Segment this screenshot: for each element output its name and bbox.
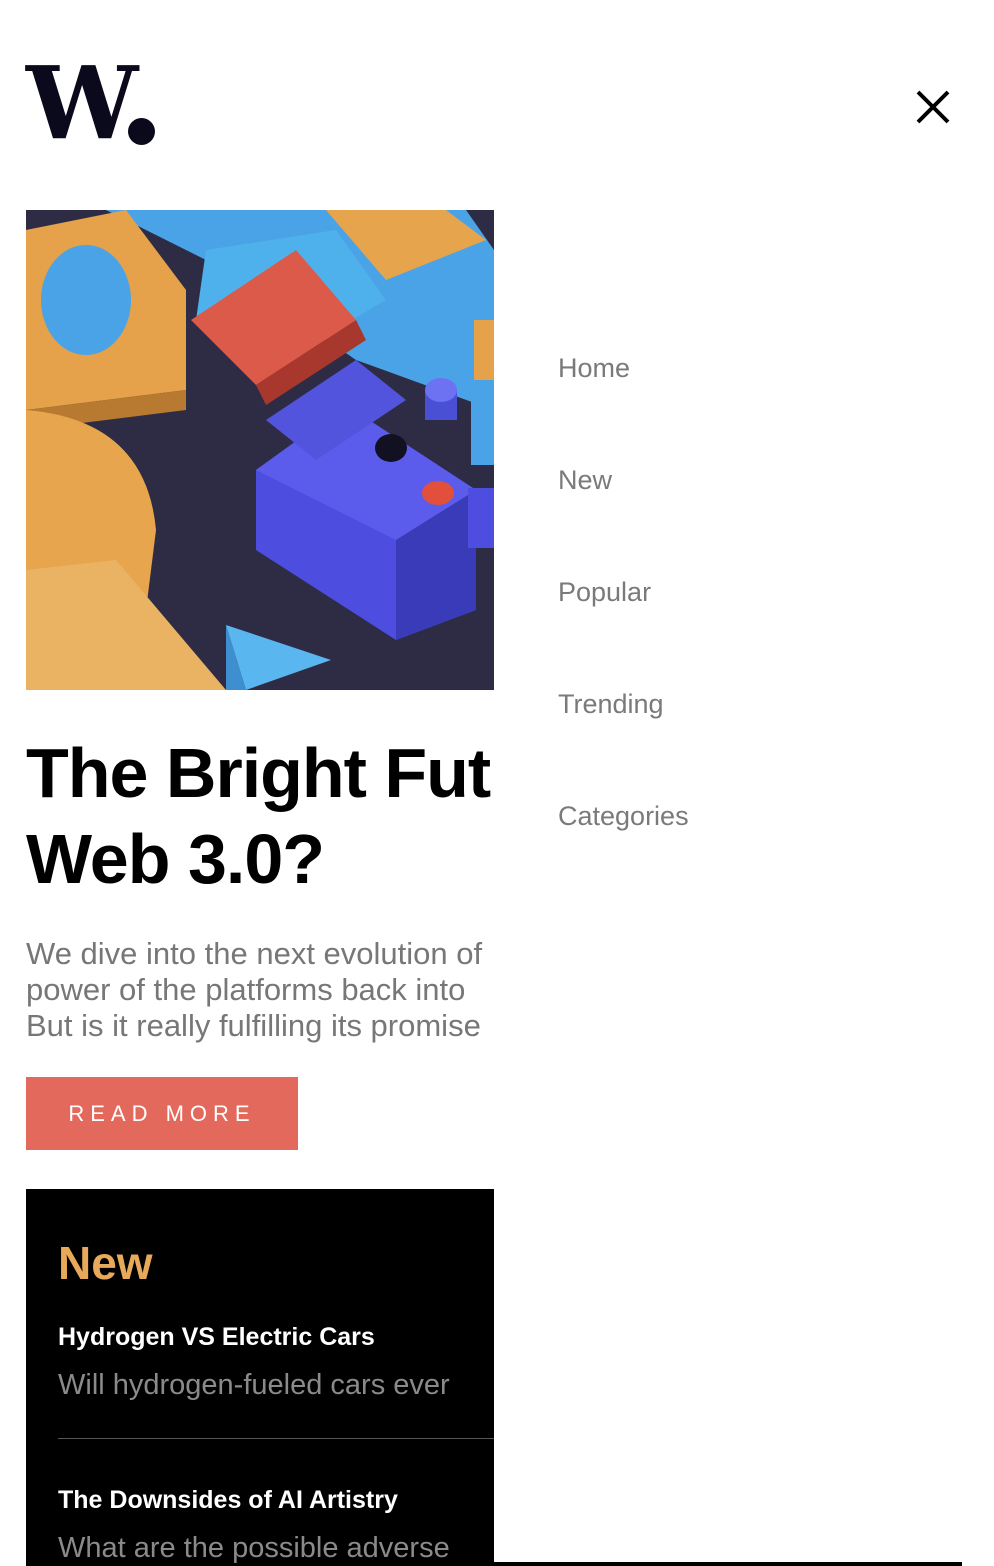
excerpt-line: power of the platforms back into [26, 972, 466, 1007]
hero-image[interactable] [26, 210, 494, 690]
excerpt-line: We dive into the next evolution of [26, 936, 483, 971]
logo-dot [128, 118, 155, 145]
main-content: The Bright Future of Web 3.0? We dive in… [26, 210, 494, 1566]
close-icon [916, 90, 950, 124]
nav-panel-border [494, 1562, 962, 1566]
site-header: W [0, 0, 994, 210]
section-heading: New [58, 1237, 153, 1289]
news-item[interactable]: Hydrogen VS Electric Cars Will hydrogen-… [58, 1319, 494, 1405]
news-item-desc: What are the possible adverse [58, 1532, 450, 1564]
nav-item-trending[interactable]: Trending [558, 687, 664, 721]
hero-headline[interactable]: The Bright Future of Web 3.0? [26, 730, 494, 902]
nav-item-new[interactable]: New [558, 463, 612, 497]
nav-menu-panel: Home New Popular Trending Categories [494, 210, 962, 1562]
close-menu-button[interactable] [910, 84, 956, 130]
site-logo[interactable]: W [26, 48, 138, 158]
hero-excerpt: We dive into the next evolution of power… [26, 936, 494, 1044]
news-item-desc: Will hydrogen-fueled cars ever [58, 1369, 450, 1401]
hero-headline-line: Web 3.0? [26, 820, 325, 898]
read-more-button[interactable]: READ MORE [26, 1077, 298, 1150]
news-item-title: Hydrogen VS Electric Cars [58, 1323, 375, 1351]
nav-item-categories[interactable]: Categories [558, 799, 689, 833]
new-articles-section: New Hydrogen VS Electric Cars Will hydro… [26, 1189, 494, 1566]
divider [58, 1438, 494, 1439]
news-item[interactable]: The Downsides of AI Artistry What are th… [58, 1482, 494, 1566]
abstract-3d-blocks-image [26, 210, 494, 690]
excerpt-line: But is it really fulfilling its promise [26, 1008, 481, 1043]
nav-item-popular[interactable]: Popular [558, 575, 651, 609]
hero-headline-line: The Bright Future of [26, 734, 494, 812]
news-item-title: The Downsides of AI Artistry [58, 1486, 398, 1514]
nav-item-home[interactable]: Home [558, 351, 630, 385]
